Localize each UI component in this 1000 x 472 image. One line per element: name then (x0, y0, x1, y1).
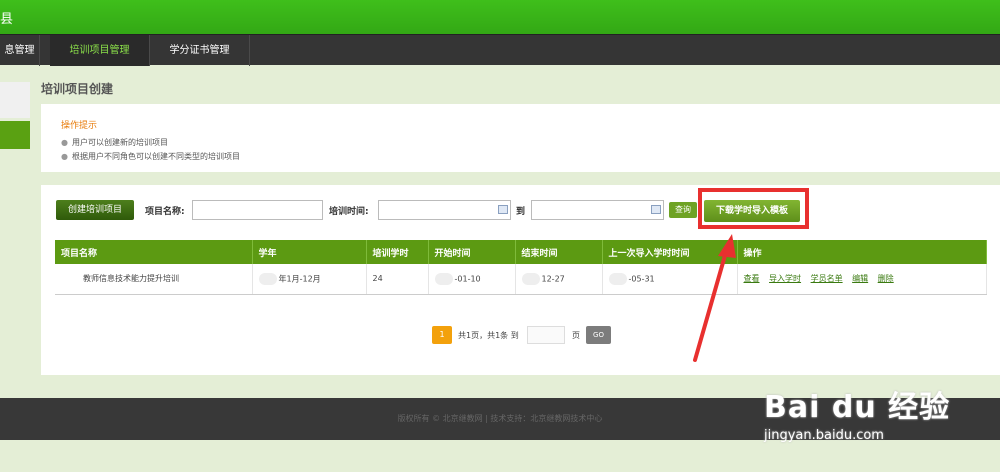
tip-line: ● 根据用户不同角色可以创建不同类型的培训项目 (61, 151, 240, 162)
page-jump-input[interactable] (527, 326, 565, 344)
project-name-cell: 教师信息技术能力提升培训 (55, 264, 253, 295)
create-project-button[interactable]: 创建培训项目 (56, 200, 134, 220)
column-header: 培训学时 (366, 240, 429, 264)
year-text: 年1月-12月 (278, 274, 321, 284)
redacted-mark (434, 272, 453, 285)
tip-text: 用户可以创建新的培训项目 (71, 138, 168, 147)
column-header: 开始时间 (428, 240, 516, 264)
nav-item-credit-certificates[interactable]: 学分证书管理 (150, 35, 250, 66)
last-import-cell: -05-31 (602, 264, 738, 295)
delete-link[interactable]: 删除 (878, 274, 894, 283)
year-cell: 年1月-12月 (252, 264, 367, 295)
page-unit-label: 页 (572, 331, 580, 340)
tip-text: 根据用户不同角色可以创建不同类型的培训项目 (71, 152, 240, 161)
nav-item-training-projects[interactable]: 培训项目管理 (50, 35, 150, 66)
redacted-mark (521, 272, 540, 285)
top-banner: 县 (0, 0, 1000, 34)
start-date-input[interactable] (378, 200, 511, 220)
tips-panel: 操作提示 ● 用户可以创建新的培训项目 ● 根据用户不同角色可以创建不同类型的培训项… (41, 104, 1000, 172)
column-header: 结束时间 (515, 240, 603, 264)
view-link[interactable]: 查看 (744, 274, 760, 283)
end-date-text: 12-27 (541, 274, 565, 284)
pager-summary: 共1页，共1条 到 (458, 331, 519, 340)
project-name-label: 项目名称: (145, 207, 185, 217)
end-date-cell: 12-27 (515, 264, 603, 295)
sidebar-item[interactable] (0, 82, 30, 118)
training-time-label: 培训时间: (329, 207, 369, 217)
start-date-text: -01-10 (454, 274, 481, 284)
project-name-input[interactable] (192, 200, 323, 220)
end-date-input[interactable] (531, 200, 664, 220)
bullet-icon: ● (61, 138, 68, 147)
bullet-icon: ● (61, 152, 68, 161)
table-header-row: 项目名称 学年 培训学时 开始时间 结束时间 上一次导入学时时间 操作 (55, 240, 987, 264)
nav-item-info-management[interactable]: 息管理 (0, 35, 40, 66)
logo-fragment: 县 (0, 12, 14, 27)
table-row: 教师信息技术能力提升培训 年1月-12月 24 -01-10 12-27 -05… (55, 264, 987, 295)
baidu-watermark: Bai du 经验 jingyan.baidu.com (752, 382, 992, 462)
edit-link[interactable]: 编辑 (852, 274, 868, 283)
actions-cell: 查看 导入学时 学员名单 编辑 删除 (737, 264, 987, 295)
main-nav: 息管理 培训项目管理 学分证书管理 (0, 34, 1000, 66)
start-date-cell: -01-10 (428, 264, 516, 295)
page-number-current[interactable]: 1 (432, 326, 452, 344)
tip-line: ● 用户可以创建新的培训项目 (61, 137, 168, 148)
query-button[interactable]: 查询 (669, 202, 697, 218)
highlight-box (698, 188, 809, 229)
redacted-mark (258, 272, 277, 285)
projects-table: 项目名称 学年 培训学时 开始时间 结束时间 上一次导入学时时间 操作 教师信息… (55, 240, 987, 295)
column-header: 操作 (737, 240, 987, 264)
watermark-logo: Bai du 经验 (764, 390, 951, 425)
to-label: 到 (516, 207, 526, 217)
watermark-url: jingyan.baidu.com (764, 428, 884, 443)
column-header: 项目名称 (55, 240, 253, 264)
student-list-link[interactable]: 学员名单 (811, 274, 843, 283)
calendar-icon[interactable] (498, 205, 508, 214)
last-import-text: -05-31 (628, 274, 655, 284)
hours-cell: 24 (366, 264, 429, 295)
column-header: 学年 (252, 240, 367, 264)
calendar-icon[interactable] (651, 205, 661, 214)
import-hours-link[interactable]: 导入学时 (769, 274, 801, 283)
page-title: 培训项目创建 (41, 82, 114, 96)
project-list-panel: 创建培训项目 项目名称: 培训时间: 到 查询 下载学时导入模板 项目名称 学年… (41, 185, 1000, 375)
redacted-mark (608, 272, 627, 285)
column-header: 上一次导入学时时间 (602, 240, 738, 264)
go-button[interactable]: GO (586, 326, 611, 344)
sidebar-item-active[interactable] (0, 121, 30, 149)
tips-title: 操作提示 (61, 121, 98, 131)
